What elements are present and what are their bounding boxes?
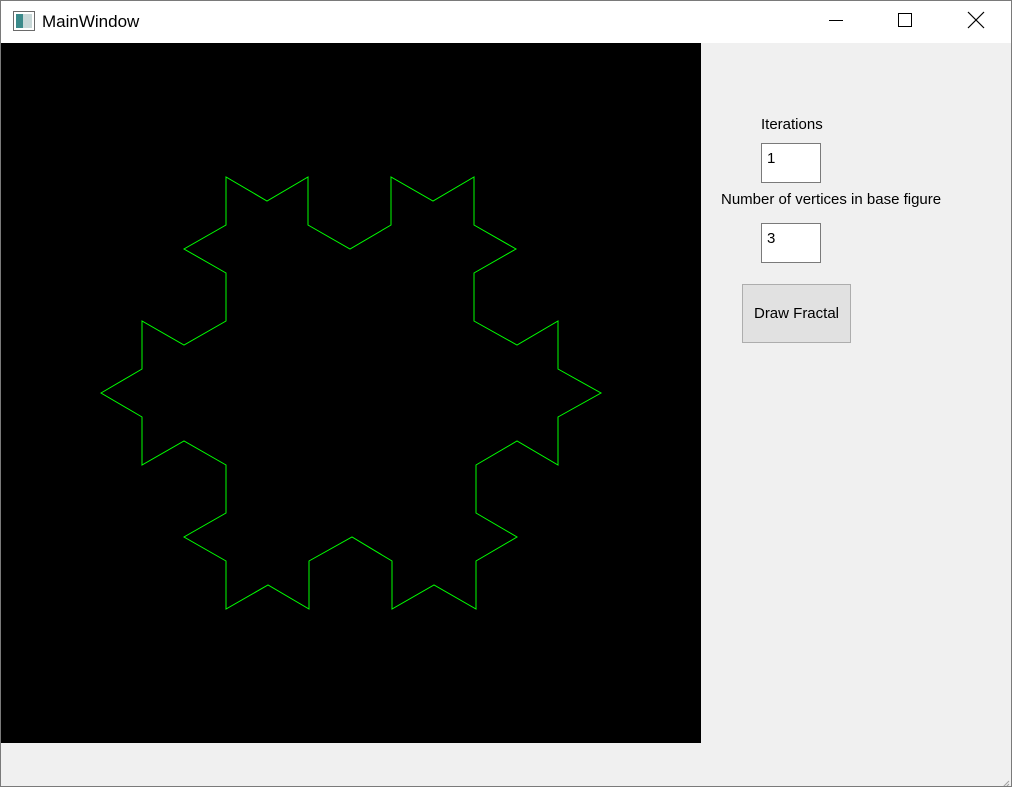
maximize-button[interactable] xyxy=(882,1,928,43)
fractal-canvas[interactable] xyxy=(1,43,701,743)
close-icon xyxy=(967,11,985,34)
resize-grip-icon[interactable] xyxy=(1000,775,1010,786)
vertices-label: Number of vertices in base figure xyxy=(721,191,942,208)
fractal-outline xyxy=(100,176,603,610)
draw-fractal-button[interactable]: Draw Fractal xyxy=(742,284,851,343)
maximize-icon xyxy=(897,12,913,33)
iterations-label: Iterations xyxy=(761,116,823,133)
title-bar[interactable]: MainWindow xyxy=(1,1,1011,43)
main-window: MainWindow Iterations 1 Number of vertic… xyxy=(0,0,1012,787)
minimize-button[interactable] xyxy=(813,1,859,43)
minimize-icon xyxy=(828,12,844,33)
close-button[interactable] xyxy=(953,1,999,43)
app-icon xyxy=(13,11,35,31)
vertices-input[interactable]: 3 xyxy=(761,223,821,263)
window-title: MainWindow xyxy=(42,12,140,31)
iterations-input[interactable]: 1 xyxy=(761,143,821,183)
